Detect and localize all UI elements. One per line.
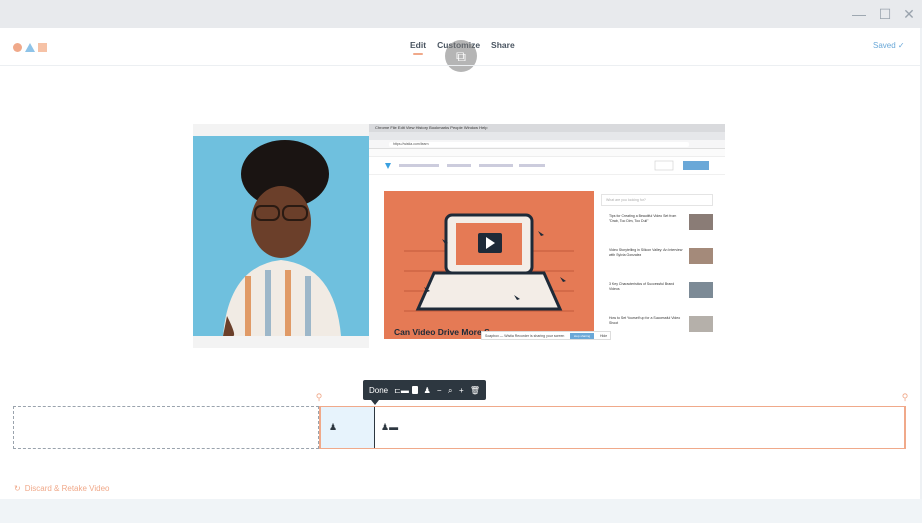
refresh-icon: ↻ [14,484,21,493]
tab-share[interactable]: Share [491,40,515,50]
url-text: https://wistia.com/learn [389,142,689,147]
list-item-title: Tips for Creating a Beautiful Video Set … [609,214,677,223]
list-item: How to Set Yourself up for a Successful … [601,316,713,346]
list-item-title: 3 Key Characteristics of Successful Bran… [609,282,675,291]
laptop-illustration [404,213,574,312]
sharing-toast: Soapbox — Wistia Recorder is sharing you… [481,331,611,340]
header-divider [0,65,920,66]
maximize-icon[interactable]: ☐ [877,6,893,22]
square-logo-shape [38,42,47,52]
selected-segment[interactable]: ♟ [321,407,375,448]
video-preview[interactable]: Chrome File Edit View History Bookmarks … [193,124,725,348]
camera-screen-segment-icon: ♟▬ [381,422,399,432]
toast-text: Soapbox — Wistia Recorder is sharing you… [485,334,565,338]
camera-segment-icon: ♟ [329,422,338,432]
triangle-logo-shape [25,42,35,52]
done-button[interactable]: Done [369,386,388,395]
list-item-thumbnail [689,316,713,332]
soapbox-logo[interactable] [13,42,47,52]
bookmarks-bar [369,149,725,157]
list-item-thumbnail [689,282,713,298]
stop-sharing-button: stop sharing [570,333,594,339]
list-item-thumbnail [689,248,713,264]
circle-logo-shape [13,42,22,52]
empty-track-region [13,406,319,449]
app-window: — ☐ ✕ Edit Customize Share ⧉ Saved ✓ [0,0,922,523]
screen-only-icon[interactable] [412,386,418,394]
trim-handle-end-icon[interactable]: ⚲ [901,392,909,402]
clip-toolbar: Done ⊏▬ ♟ − ⌕ + 🗑 [363,380,486,400]
minimize-icon[interactable]: — [851,6,867,22]
list-item: Tips for Creating a Beautiful Video Set … [601,214,713,244]
zoom-icon[interactable]: ⌕ [448,386,453,395]
presenter-illustration [223,140,341,336]
list-item: 3 Key Characteristics of Successful Bran… [601,282,713,312]
browser-url-bar: https://wistia.com/learn [369,140,725,149]
discard-label: Discard & Retake Video [24,484,110,493]
hide-link: Hide [600,334,608,338]
trim-handle-start-icon[interactable]: ⚲ [315,392,323,402]
list-item-title: How to Set Yourself up for a Successful … [609,316,681,325]
popout-icon[interactable]: ⧉ [445,40,477,72]
camera-only-icon[interactable]: ♟ [424,386,431,395]
saved-status: Saved ✓ [873,41,905,50]
site-nav-graphic [385,160,709,171]
tab-edit[interactable]: Edit [410,40,426,55]
toolbar-caret [371,400,379,405]
list-item: Video Storytelling in Silicon Valley: An… [601,248,713,278]
webcam-feed [193,136,369,336]
os-menu-bar: Chrome File Edit View History Bookmarks … [369,124,725,132]
bottom-strip [0,499,922,523]
timeline: ⚲ ⚲ Done ⊏▬ ♟ − ⌕ + 🗑 ♟ ♟▬ [0,380,920,470]
zoom-out-icon[interactable]: − [437,386,442,395]
zoom-in-icon[interactable]: + [459,386,464,395]
shared-screen: Chrome File Edit View History Bookmarks … [369,124,725,348]
close-icon[interactable]: ✕ [901,6,917,22]
discard-retake-link[interactable]: ↻ Discard & Retake Video [14,484,110,493]
hero-image: Can Video Drive More S... [384,191,594,339]
sidebar-search: What are you looking for? [601,194,713,206]
list-item-title: Video Storytelling in Silicon Valley: An… [609,248,683,257]
split-layout-icon[interactable]: ⊏▬ [394,386,409,395]
title-bar: — ☐ ✕ [0,0,922,28]
clip-track[interactable]: ♟ ♟▬ [319,406,906,449]
trash-icon[interactable]: 🗑 [470,386,480,395]
site-navigation [369,157,725,175]
article-sidebar: What are you looking for? Tips for Creat… [601,194,713,348]
browser-tabs [369,132,725,140]
list-item-thumbnail [689,214,713,230]
